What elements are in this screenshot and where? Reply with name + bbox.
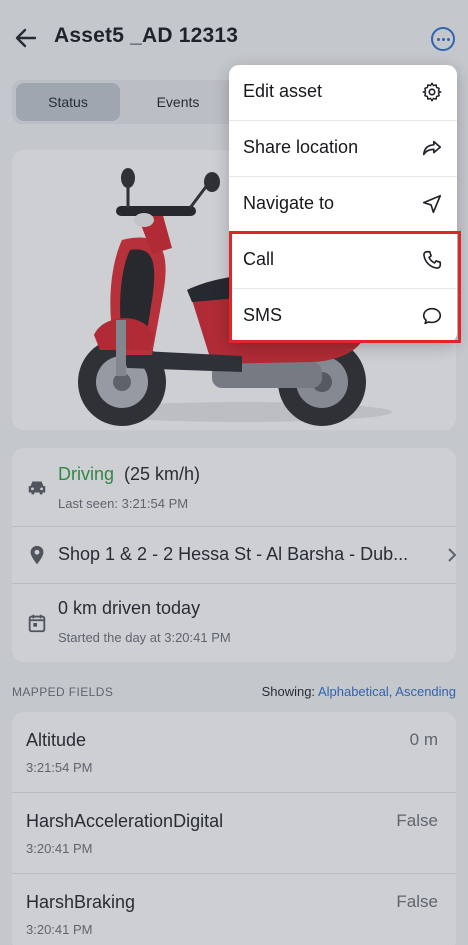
asset-actions-menu: Edit asset Share location Navigate to Ca… [229,65,457,343]
menu-item-call[interactable]: Call [229,233,457,289]
navigate-icon [422,194,442,214]
menu-item-label: Share location [243,137,359,157]
share-icon [422,140,442,156]
menu-item-label: SMS [243,305,283,325]
menu-item-share-location[interactable]: Share location [229,121,457,177]
menu-item-sms[interactable]: SMS [229,289,457,345]
phone-icon [423,250,442,269]
message-icon [422,307,442,325]
menu-item-label: Navigate to [243,193,335,213]
menu-item-edit-asset[interactable]: Edit asset [229,65,457,121]
menu-item-label: Edit asset [243,81,323,101]
menu-item-navigate-to[interactable]: Navigate to [229,177,457,233]
menu-item-label: Call [243,249,275,269]
gear-icon [422,82,442,102]
